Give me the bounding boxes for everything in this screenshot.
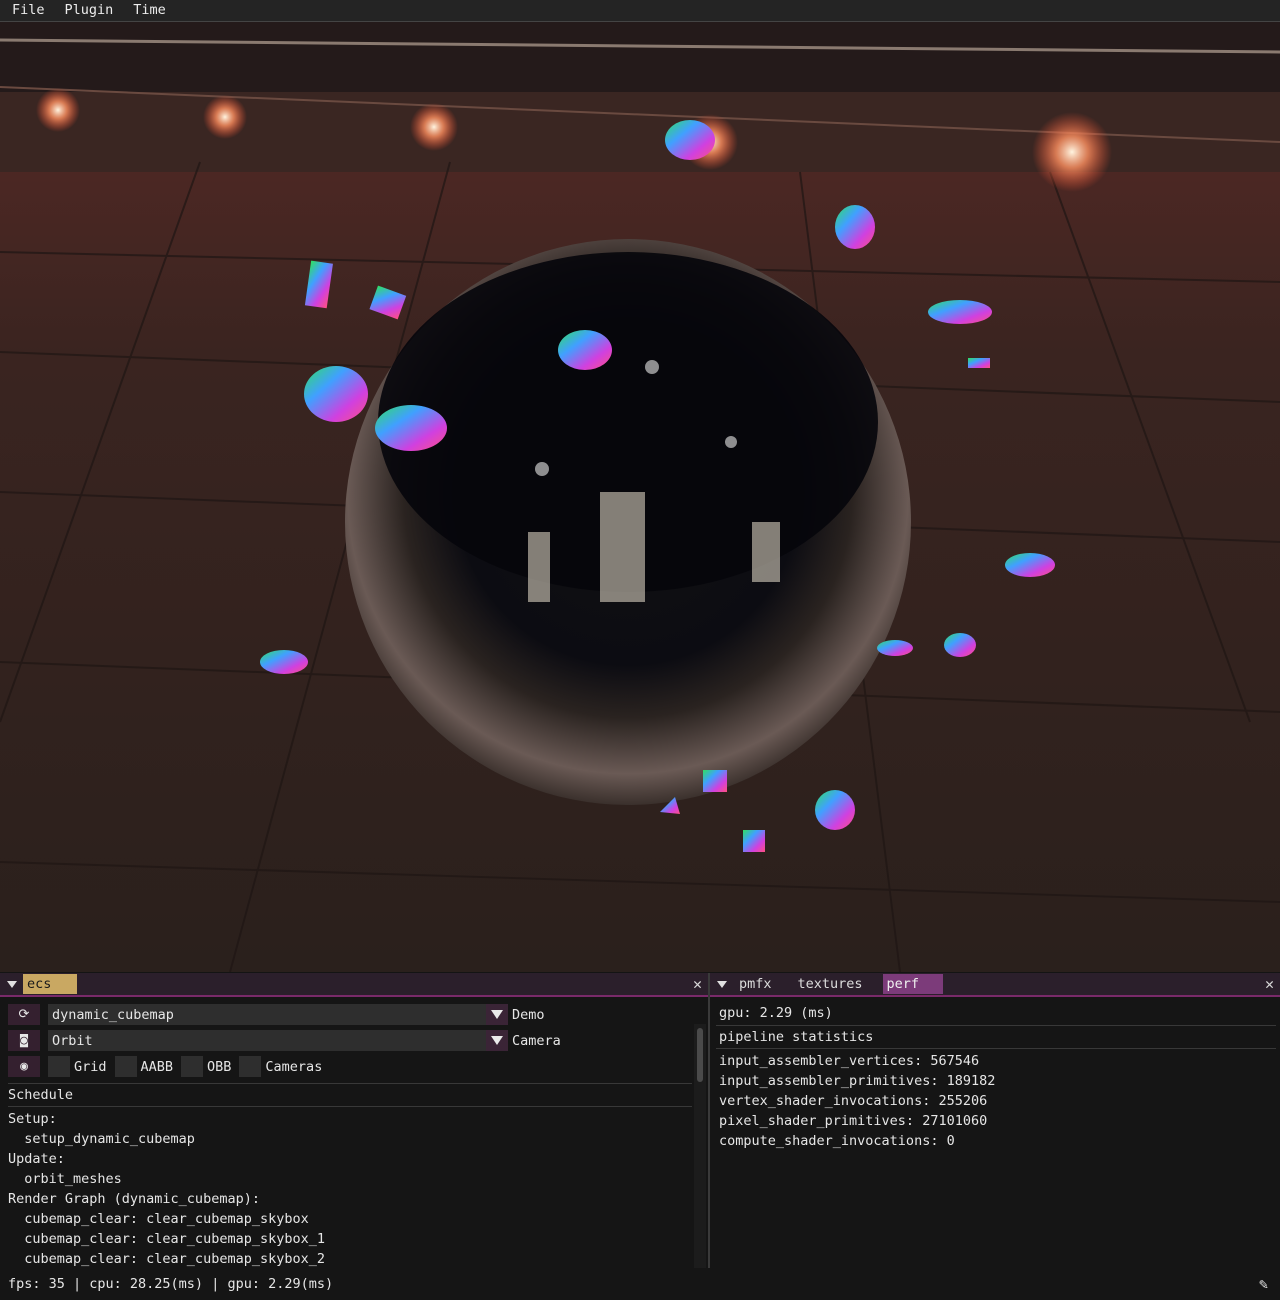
schedule-line: Setup: [8,1111,57,1127]
stat-line: vertex_shader_invocations: 255206 [719,1093,988,1109]
schedule-separator-2 [8,1106,692,1107]
schedule-line: cubemap_clear: clear_cubemap_skybox_1 [8,1231,325,1247]
schedule-line: Render Graph (dynamic_cubemap): [8,1191,260,1207]
perf-separator [716,1025,1276,1026]
grid-label: Grid [74,1058,107,1075]
cameras-checkbox[interactable] [239,1056,262,1077]
camera-combo[interactable]: Orbit [48,1030,508,1051]
chevron-down-icon [491,1010,503,1019]
ecs-scroll-thumb[interactable] [697,1028,703,1082]
stat-line: compute_shader_invocations: 0 [719,1133,955,1149]
menu-bar: File Plugin Time [0,0,1280,22]
demo-label: Demo [512,1007,545,1023]
schedule-line: cubemap_clear: clear_cubemap_skybox [8,1211,309,1227]
demo-combo-value: dynamic_cubemap [52,1006,174,1023]
collapse-arrow-icon[interactable] [7,980,17,988]
tab-pmfx[interactable]: pmfx [733,974,778,994]
demo-row: ⟳ [8,1004,40,1025]
demo-combo[interactable]: dynamic_cubemap [48,1004,508,1025]
schedule-title[interactable]: Schedule [8,1087,73,1103]
perf-tabbar: pmfx textures perf ✕ [710,973,1280,997]
refresh-icon[interactable]: ⟳ [8,1004,40,1025]
collapse-arrow-icon[interactable] [717,980,727,988]
schedule-line: orbit_meshes [8,1171,122,1187]
pipeline-stats-title[interactable]: pipeline statistics [719,1029,873,1045]
camera-combo-arrow[interactable] [486,1030,508,1051]
grid-checkbox[interactable] [48,1056,70,1077]
tab-textures[interactable]: textures [792,974,869,994]
schedule-line: Update: [8,1151,65,1167]
ecs-tabbar: ecs ✕ [0,973,708,997]
schedule-line: setup_dynamic_cubemap [8,1131,195,1147]
visibility-row: ◉ Grid AABB OBB Cameras [8,1056,330,1077]
cameras-label: Cameras [265,1058,323,1075]
ecs-scrollbar[interactable] [694,1024,706,1268]
camera-icon[interactable]: ◙ [8,1030,40,1051]
camera-row: ◙ [8,1030,40,1051]
close-icon[interactable]: ✕ [1265,974,1274,994]
schedule-separator [8,1083,692,1084]
aabb-label: AABB [140,1058,174,1075]
camera-combo-value: Orbit [52,1032,93,1049]
stat-line: input_assembler_vertices: 567546 [719,1053,980,1069]
camera-label: Camera [512,1033,561,1049]
menu-plugin[interactable]: Plugin [53,0,122,21]
status-bar: fps: 35 | cpu: 28.25(ms) | gpu: 2.29(ms)… [0,1268,1280,1300]
status-text: fps: 35 | cpu: 28.25(ms) | gpu: 2.29(ms) [8,1276,334,1292]
gpu-time: gpu: 2.29 (ms) [719,1005,833,1021]
stat-line: input_assembler_primitives: 189182 [719,1073,996,1089]
schedule-line: cubemap_clear: clear_cubemap_skybox_2 [8,1251,325,1267]
tab-ecs[interactable]: ecs [23,974,77,994]
stat-line: pixel_shader_primitives: 27101060 [719,1113,988,1129]
close-icon[interactable]: ✕ [693,974,702,994]
chevron-down-icon [491,1036,503,1045]
demo-combo-arrow[interactable] [486,1004,508,1025]
tab-perf[interactable]: perf [882,974,943,994]
eye-icon[interactable]: ◉ [8,1056,40,1077]
menu-time[interactable]: Time [121,0,174,21]
pen-icon[interactable]: ✎ [1259,1275,1268,1293]
aabb-checkbox[interactable] [114,1056,137,1077]
menu-file[interactable]: File [0,0,53,21]
obb-checkbox[interactable] [181,1056,204,1077]
render-viewport[interactable] [0,22,1280,972]
obb-label: OBB [207,1058,232,1075]
scene-render [0,22,1280,972]
perf-separator-2 [716,1048,1276,1049]
